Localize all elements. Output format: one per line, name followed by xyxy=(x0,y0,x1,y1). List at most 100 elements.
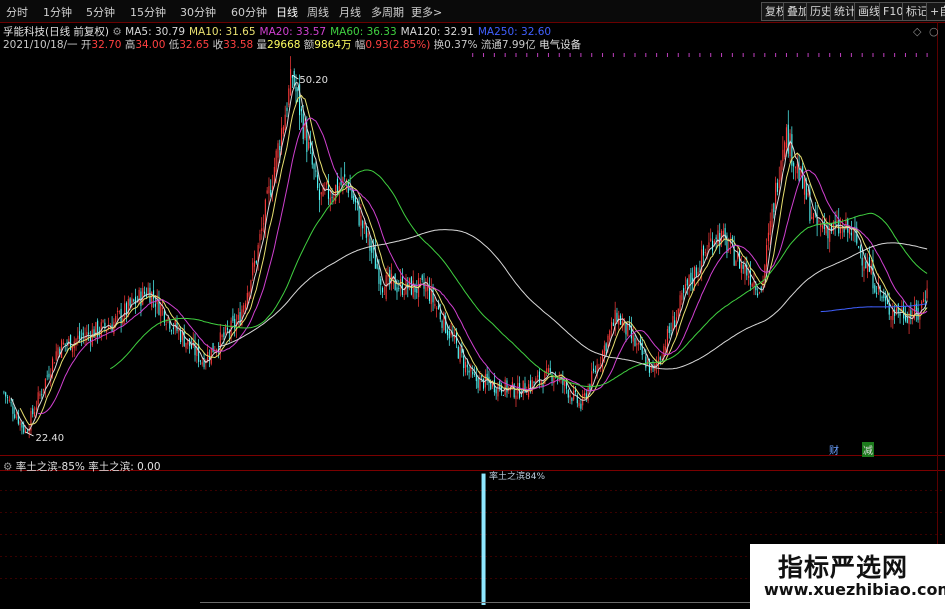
candle-body xyxy=(131,298,133,304)
candle-body xyxy=(199,360,201,362)
candle-body xyxy=(704,252,706,253)
candle-body xyxy=(149,287,151,303)
toolbar-button-7[interactable]: +自选 xyxy=(926,2,945,21)
candle-body xyxy=(466,364,468,368)
candle-body xyxy=(142,288,144,305)
candle-body xyxy=(645,356,647,368)
candle-body xyxy=(625,322,627,335)
candle-body xyxy=(172,327,174,330)
candle-body xyxy=(75,339,77,343)
candle-body xyxy=(771,208,773,228)
candle-body xyxy=(378,267,380,284)
candle-body xyxy=(15,416,18,418)
finance-badge[interactable]: 财 xyxy=(829,442,839,457)
candle-body xyxy=(892,310,894,321)
candle-body xyxy=(497,384,499,397)
period-tab-4[interactable]: 30分钟 xyxy=(180,4,216,20)
open-label: 开 xyxy=(80,39,92,51)
candle-body xyxy=(578,402,580,407)
candle-body xyxy=(502,395,504,396)
circle-icon[interactable]: ○ xyxy=(929,25,939,38)
candle-body xyxy=(140,291,142,306)
candle-body xyxy=(670,330,672,332)
candle-body xyxy=(8,399,10,401)
price-chart[interactable]: 50.20 22.40 xyxy=(0,0,945,609)
quote-date: 2021/10/18/一 xyxy=(3,39,78,51)
candle-body xyxy=(766,245,768,267)
diamond-icon[interactable]: ◇ xyxy=(913,25,921,38)
candle-body xyxy=(41,394,43,396)
period-tab-9[interactable]: 多周期 xyxy=(371,4,404,20)
candle-body xyxy=(10,402,12,404)
period-tab-6[interactable]: 日线 xyxy=(276,4,298,20)
turnover-label: 换 xyxy=(433,39,445,51)
candle-body xyxy=(14,414,16,418)
candle-body xyxy=(868,257,870,272)
period-tab-10[interactable]: 更多> xyxy=(411,4,442,20)
candle-body xyxy=(457,346,459,359)
period-tab-7[interactable]: 周线 xyxy=(307,4,329,20)
candle-body xyxy=(277,143,279,158)
candle-body xyxy=(185,342,187,349)
candle-body xyxy=(39,393,41,397)
candle-body xyxy=(3,391,5,393)
high-value: 34.00 xyxy=(135,39,166,51)
candle-body xyxy=(569,395,571,398)
candle-body xyxy=(118,311,120,313)
candle-body xyxy=(261,228,263,231)
candle-body xyxy=(668,326,670,333)
candle-body xyxy=(785,127,787,148)
candle-body xyxy=(37,392,39,405)
candle-body xyxy=(304,122,306,139)
period-tab-3[interactable]: 15分钟 xyxy=(130,4,166,20)
candle-body xyxy=(365,225,367,238)
sub-indicator-name: 率土之滨-85% xyxy=(15,461,85,473)
period-tab-5[interactable]: 60分钟 xyxy=(231,4,267,20)
candle-body xyxy=(515,395,517,400)
period-tab-8[interactable]: 月线 xyxy=(339,4,361,20)
period-tab-2[interactable]: 5分钟 xyxy=(86,4,115,20)
candle-body xyxy=(767,232,769,242)
candle-body xyxy=(154,303,156,307)
candle-body xyxy=(506,380,508,393)
candle-body xyxy=(416,288,418,293)
candle-body xyxy=(612,322,614,326)
candle-body xyxy=(320,192,322,195)
candle-body xyxy=(201,362,203,365)
candle-body xyxy=(812,213,815,220)
candle-body xyxy=(679,295,681,312)
candle-body xyxy=(899,313,901,316)
reduce-badge[interactable]: 减 xyxy=(862,442,874,457)
candle-body xyxy=(79,331,81,339)
candle-body xyxy=(758,292,760,294)
candle-body xyxy=(592,368,595,372)
high-price-label: 50.20 xyxy=(299,75,328,86)
candle-body xyxy=(793,162,795,167)
open-value: 32.70 xyxy=(91,39,122,51)
candle-body xyxy=(537,375,539,377)
candle-body xyxy=(567,389,569,398)
close-value: 33.58 xyxy=(223,39,254,51)
candle-body xyxy=(48,373,50,378)
period-tab-1[interactable]: 1分钟 xyxy=(43,4,72,20)
candle-body xyxy=(53,362,55,364)
candle-body xyxy=(19,421,21,425)
candle-body xyxy=(881,296,883,298)
candle-body xyxy=(263,223,265,225)
candle-body xyxy=(133,299,135,302)
candle-body xyxy=(288,88,290,106)
ma-line-10 xyxy=(19,94,928,426)
change-value: 0.93(2.85%) xyxy=(365,39,431,51)
candle-body xyxy=(80,336,82,338)
candle-body xyxy=(735,261,737,266)
float-label: 流通 xyxy=(480,39,502,51)
candle-body xyxy=(369,238,371,251)
sub-indicator-value: 率土之滨: 0.00 xyxy=(88,461,161,473)
candle-body xyxy=(672,316,674,331)
candle-body xyxy=(225,326,227,334)
period-tab-0[interactable]: 分时 xyxy=(6,4,28,20)
candle-body xyxy=(367,232,369,237)
candle-body xyxy=(468,370,470,373)
candle-body xyxy=(755,286,757,291)
settings-icon[interactable]: ⚙ xyxy=(3,461,12,473)
